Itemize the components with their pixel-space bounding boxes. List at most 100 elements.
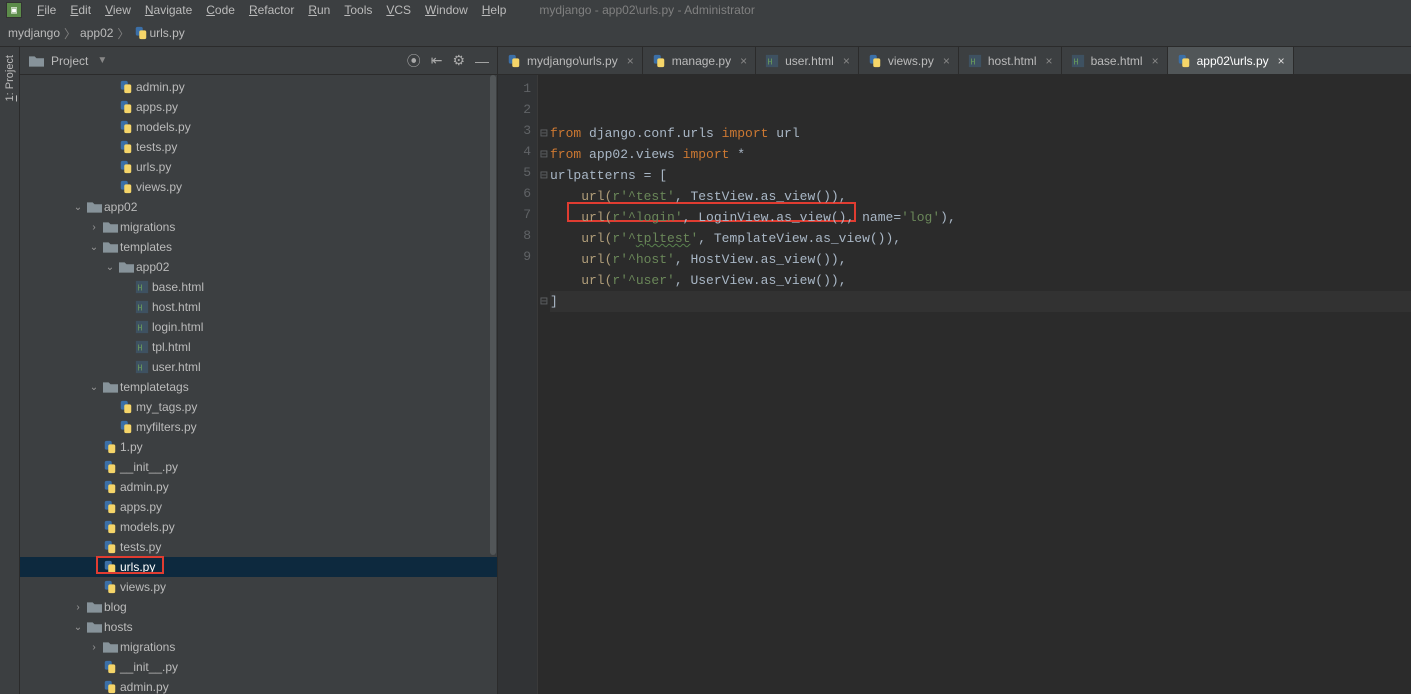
tree-item-label: views.py bbox=[136, 180, 182, 194]
menu-item-view[interactable]: View bbox=[98, 3, 138, 17]
code-line-3[interactable]: ⊟urlpatterns = [ bbox=[550, 165, 1411, 186]
line-number-gutter: 123456789 bbox=[498, 75, 538, 694]
tree-item---init---py[interactable]: __init__.py bbox=[20, 457, 497, 477]
tab-manage-py[interactable]: manage.py× bbox=[643, 47, 756, 74]
tab-views-py[interactable]: views.py× bbox=[859, 47, 959, 74]
breadcrumb-folder[interactable]: app02 bbox=[80, 26, 113, 40]
menu-item-refactor[interactable]: Refactor bbox=[242, 3, 301, 17]
tree-item-models-py[interactable]: models.py bbox=[20, 517, 497, 537]
hide-panel-icon[interactable]: — bbox=[475, 53, 489, 69]
tree-chevron-icon[interactable]: ⌄ bbox=[72, 622, 84, 633]
tree-item-blog[interactable]: › blog bbox=[20, 597, 497, 617]
settings-gear-icon[interactable]: ⚙ bbox=[452, 52, 465, 69]
tree-item-templatetags[interactable]: ⌄templatetags bbox=[20, 377, 497, 397]
tree-item-admin-py[interactable]: admin.py bbox=[20, 677, 497, 694]
breadcrumb-project[interactable]: mydjango bbox=[8, 26, 60, 40]
code-line-5[interactable]: url(r'^login', LoginView.as_view(), name… bbox=[550, 207, 1411, 228]
html-file-icon: H bbox=[134, 340, 150, 354]
tree-item-migrations[interactable]: ›migrations bbox=[20, 637, 497, 657]
tree-chevron-icon[interactable]: › bbox=[72, 602, 84, 613]
code-content[interactable]: ⊟from django.conf.urls import url⊟from a… bbox=[538, 75, 1411, 694]
code-editor[interactable]: 123456789 ⊟from django.conf.urls import … bbox=[498, 75, 1411, 694]
tree-item-tests-py[interactable]: tests.py bbox=[20, 137, 497, 157]
tree-item-login-html[interactable]: Hlogin.html bbox=[20, 317, 497, 337]
tab-base-html[interactable]: Hbase.html× bbox=[1062, 47, 1168, 74]
tab-close-icon[interactable]: × bbox=[1046, 54, 1053, 68]
fold-icon[interactable]: ⊟ bbox=[540, 144, 550, 165]
tree-chevron-icon[interactable]: ⌄ bbox=[88, 242, 100, 253]
tree-item-host-html[interactable]: Hhost.html bbox=[20, 297, 497, 317]
tree-scrollbar-thumb[interactable] bbox=[490, 75, 496, 555]
code-line-4[interactable]: url(r'^test', TestView.as_view()), bbox=[550, 186, 1411, 207]
code-line-7[interactable]: url(r'^host', HostView.as_view()), bbox=[550, 249, 1411, 270]
tree-item-migrations[interactable]: ›migrations bbox=[20, 217, 497, 237]
tree-item-urls-py[interactable]: urls.py bbox=[20, 157, 497, 177]
tab-host-html[interactable]: Hhost.html× bbox=[959, 47, 1062, 74]
code-line-9[interactable]: ⊟] bbox=[550, 291, 1411, 312]
tree-chevron-icon[interactable]: › bbox=[88, 642, 100, 653]
tab-mydjango-urls-py[interactable]: mydjango\urls.py× bbox=[498, 47, 643, 74]
tree-item---init---py[interactable]: __init__.py bbox=[20, 657, 497, 677]
project-panel-title[interactable]: Project bbox=[51, 54, 88, 68]
tree-item-tests-py[interactable]: tests.py bbox=[20, 537, 497, 557]
project-tool-button[interactable]: 1: Project bbox=[4, 55, 16, 101]
html-file-icon: H bbox=[764, 54, 780, 68]
scroll-from-source-icon[interactable]: ⦿ bbox=[407, 51, 421, 71]
tab-app02-urls-py[interactable]: app02\urls.py× bbox=[1168, 47, 1294, 74]
tree-item-admin-py[interactable]: admin.py bbox=[20, 77, 497, 97]
tab-user-html[interactable]: Huser.html× bbox=[756, 47, 859, 74]
menu-item-vcs[interactable]: VCS bbox=[379, 3, 418, 17]
tab-close-icon[interactable]: × bbox=[740, 54, 747, 68]
fold-icon[interactable]: ⊟ bbox=[540, 165, 550, 186]
tree-item-app02[interactable]: ⌄app02 bbox=[20, 197, 497, 217]
tree-chevron-icon[interactable]: ⌄ bbox=[104, 262, 116, 273]
tree-item-models-py[interactable]: models.py bbox=[20, 117, 497, 137]
tab-close-icon[interactable]: × bbox=[1278, 54, 1285, 68]
fold-icon[interactable]: ⊟ bbox=[540, 123, 550, 144]
project-tree[interactable]: admin.pyapps.pymodels.pytests.pyurls.pyv… bbox=[20, 75, 497, 694]
menu-item-run[interactable]: Run bbox=[301, 3, 337, 17]
tree-item-myfilters-py[interactable]: myfilters.py bbox=[20, 417, 497, 437]
fold-icon[interactable]: ⊟ bbox=[540, 291, 550, 312]
tab-close-icon[interactable]: × bbox=[943, 54, 950, 68]
tree-item-views-py[interactable]: views.py bbox=[20, 177, 497, 197]
breadcrumb-file[interactable]: urls.py bbox=[133, 26, 184, 40]
tree-item-1-py[interactable]: 1.py bbox=[20, 437, 497, 457]
tree-item-user-html[interactable]: Huser.html bbox=[20, 357, 497, 377]
tab-close-icon[interactable]: × bbox=[843, 54, 850, 68]
code-line-6[interactable]: url(r'^tpltest', TemplateView.as_view())… bbox=[550, 228, 1411, 249]
tree-item-base-html[interactable]: Hbase.html bbox=[20, 277, 497, 297]
code-line-1[interactable]: ⊟from django.conf.urls import url bbox=[550, 123, 1411, 144]
collapse-all-icon[interactable]: ⇤ bbox=[431, 52, 443, 69]
tree-item-admin-py[interactable]: admin.py bbox=[20, 477, 497, 497]
menu-item-code[interactable]: Code bbox=[199, 3, 242, 17]
tree-item-views-py[interactable]: views.py bbox=[20, 577, 497, 597]
tab-close-icon[interactable]: × bbox=[627, 54, 634, 68]
menu-item-window[interactable]: Window bbox=[418, 3, 475, 17]
tree-item-hosts[interactable]: ⌄hosts bbox=[20, 617, 497, 637]
tree-item-my-tags-py[interactable]: my_tags.py bbox=[20, 397, 497, 417]
line-number: 8 bbox=[498, 225, 531, 246]
tree-item-urls-py[interactable]: urls.py bbox=[20, 557, 497, 577]
tab-close-icon[interactable]: × bbox=[1152, 54, 1159, 68]
folder-icon bbox=[86, 620, 102, 634]
menu-item-help[interactable]: Help bbox=[475, 3, 514, 17]
tree-item-apps-py[interactable]: apps.py bbox=[20, 97, 497, 117]
tree-item-label: views.py bbox=[120, 580, 166, 594]
menu-item-navigate[interactable]: Navigate bbox=[138, 3, 199, 17]
tree-item-templates[interactable]: ⌄templates bbox=[20, 237, 497, 257]
svg-text:H: H bbox=[138, 344, 143, 353]
menu-item-edit[interactable]: Edit bbox=[63, 3, 98, 17]
code-line-8[interactable]: url(r'^user', UserView.as_view()), bbox=[550, 270, 1411, 291]
tree-chevron-icon[interactable]: › bbox=[88, 222, 100, 233]
project-view-dropdown[interactable]: ▼ bbox=[97, 55, 107, 66]
tree-item-app02[interactable]: ⌄app02 bbox=[20, 257, 497, 277]
code-line-2[interactable]: ⊟from app02.views import * bbox=[550, 144, 1411, 165]
menu-item-file[interactable]: File bbox=[30, 3, 63, 17]
menu-item-tools[interactable]: Tools bbox=[337, 3, 379, 17]
tree-chevron-icon[interactable]: ⌄ bbox=[72, 202, 84, 213]
tree-chevron-icon[interactable]: ⌄ bbox=[88, 382, 100, 393]
tree-item-apps-py[interactable]: apps.py bbox=[20, 497, 497, 517]
tree-item-label: blog bbox=[104, 600, 127, 614]
tree-item-tpl-html[interactable]: Htpl.html bbox=[20, 337, 497, 357]
